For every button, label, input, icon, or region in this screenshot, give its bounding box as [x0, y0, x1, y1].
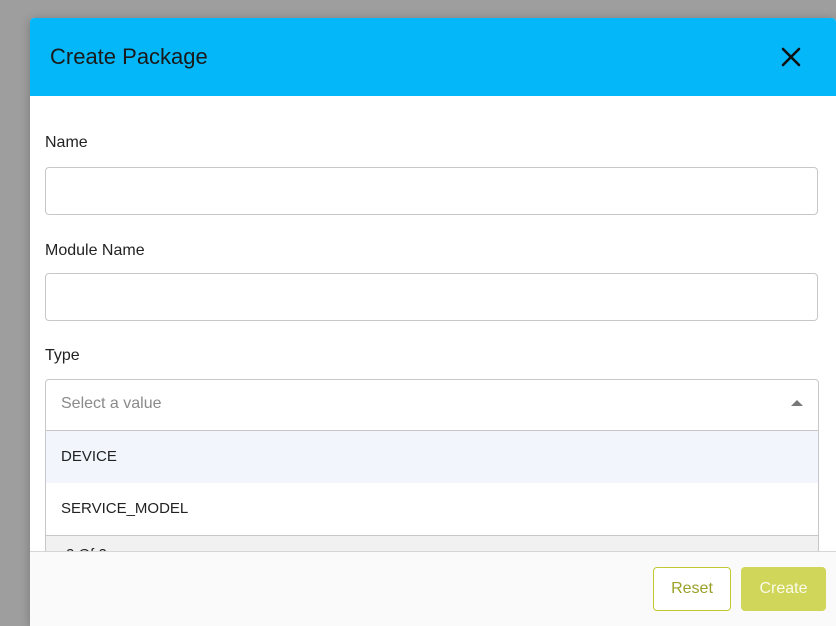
module-name-input[interactable]: [45, 273, 818, 321]
caret-up-icon: [791, 400, 803, 406]
type-select-placeholder: Select a value: [61, 395, 162, 412]
reset-button[interactable]: Reset: [653, 567, 731, 611]
type-select[interactable]: Select a value: [45, 379, 819, 431]
dialog-footer: Reset Create: [30, 551, 836, 626]
type-dropdown-list: DEVICE SERVICE_MODEL 2 Of 2: [45, 431, 819, 571]
name-input[interactable]: [45, 167, 818, 215]
create-package-dialog: Create Package Name Module Name Type Sel…: [30, 18, 836, 626]
type-label: Type: [45, 347, 80, 364]
dialog-title: Create Package: [50, 44, 208, 69]
module-name-label: Module Name: [45, 242, 145, 259]
close-icon[interactable]: [778, 44, 804, 70]
dialog-header: Create Package: [30, 18, 836, 96]
option-device[interactable]: DEVICE: [46, 431, 818, 483]
name-label: Name: [45, 134, 88, 151]
option-service-model[interactable]: SERVICE_MODEL: [46, 483, 818, 535]
create-button[interactable]: Create: [741, 567, 826, 611]
dialog-body: Name Module Name Type Select a value DEV…: [30, 96, 836, 571]
